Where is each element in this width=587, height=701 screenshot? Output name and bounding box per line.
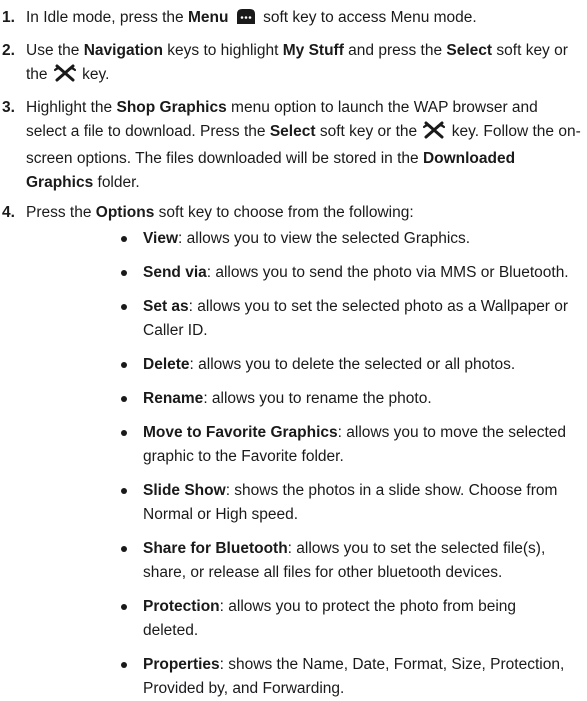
step-text-run: key.: [77, 66, 110, 83]
step-text-run: [228, 9, 232, 26]
step-number: 4.: [2, 204, 15, 221]
bullet-icon: [121, 662, 127, 668]
option-term: Set as: [143, 298, 189, 315]
bold-term: My Stuff: [282, 42, 344, 59]
option-item: Move to Favorite Graphics: allows you to…: [26, 421, 581, 469]
step-text-run: keys to highlight: [162, 42, 283, 59]
bullet-icon: [121, 362, 127, 368]
option-item: Properties: shows the Name, Date, Format…: [26, 653, 581, 701]
option-term: Move to Favorite Graphics: [143, 424, 338, 441]
option-item: Share for Bluetooth: allows you to set t…: [26, 537, 581, 585]
option-item: Slide Show: shows the photos in a slide …: [26, 479, 581, 527]
option-item: Send via: allows you to send the photo v…: [26, 261, 581, 285]
option-term: Send via: [143, 264, 207, 281]
step-item: 3. Highlight the Shop Graphics menu optio…: [0, 96, 587, 195]
bullet-icon: [121, 430, 127, 436]
step-item: 1. In Idle mode, press the Menu soft key …: [0, 6, 587, 33]
step-item: 4. Press the Options soft key to choose f…: [0, 201, 587, 701]
select-key-icon: [423, 121, 446, 147]
option-item: Set as: allows you to set the selected p…: [26, 295, 581, 343]
bold-term: Navigation: [83, 42, 163, 59]
option-term: Share for Bluetooth: [143, 540, 288, 557]
step-number: 1.: [2, 9, 15, 26]
bullet-icon: [121, 304, 127, 310]
step-text-run: Highlight the: [26, 99, 117, 116]
bold-term: Options: [95, 204, 155, 221]
step-text-run: Use the: [26, 42, 84, 59]
bold-term: Select: [446, 42, 493, 59]
options-list: View: allows you to view the selected Gr…: [26, 227, 581, 701]
bold-term: Select: [269, 123, 316, 140]
option-item: Protection: allows you to protect the ph…: [26, 595, 581, 643]
option-term: Properties: [143, 656, 220, 673]
bullet-icon: [121, 396, 127, 402]
bullet-icon: [121, 270, 127, 276]
option-item: View: allows you to view the selected Gr…: [26, 227, 581, 251]
step-item: 2. Use the Navigation keys to highlight M…: [0, 39, 587, 90]
bullet-icon: [121, 488, 127, 494]
option-description: : allows you to send the photo via MMS o…: [206, 264, 569, 281]
step-text-run: and press the: [343, 42, 447, 59]
option-description: : allows you to set the selected photo a…: [143, 298, 569, 339]
option-description: : allows you to view the selected Graphi…: [178, 230, 471, 247]
option-term: Delete: [143, 356, 190, 373]
step-text: Press the Options soft key to choose fro…: [26, 204, 414, 221]
step-text: In Idle mode, press the Menu soft key to…: [26, 9, 477, 26]
bold-term: Menu: [187, 9, 229, 26]
manual-page: 1. In Idle mode, press the Menu soft key …: [0, 0, 587, 697]
instruction-steps: 1. In Idle mode, press the Menu soft key …: [0, 6, 587, 701]
step-text: Use the Navigation keys to highlight My …: [26, 42, 568, 83]
option-term: Protection: [143, 598, 220, 615]
bullet-icon: [121, 604, 127, 610]
select-key-icon: [53, 64, 76, 90]
step-text: Highlight the Shop Graphics menu option …: [26, 99, 581, 191]
step-text-run: In Idle mode, press the: [26, 9, 188, 26]
step-text-run: soft key to choose from the following:: [154, 204, 414, 221]
option-description: : allows you to delete the selected or a…: [189, 356, 516, 373]
bullet-icon: [121, 546, 127, 552]
option-item: Rename: allows you to rename the photo.: [26, 387, 581, 411]
option-term: View: [143, 230, 179, 247]
bullet-icon: [121, 236, 127, 242]
menu-softkey-icon: [235, 8, 257, 33]
option-description: : allows you to rename the photo.: [203, 390, 432, 407]
option-item: Delete: allows you to delete the selecte…: [26, 353, 581, 377]
step-text-run: soft key or the: [315, 123, 422, 140]
option-term: Slide Show: [143, 482, 226, 499]
bold-term: Shop Graphics: [116, 99, 227, 116]
option-term: Rename: [143, 390, 204, 407]
step-text-run: soft key to access Menu mode.: [258, 9, 477, 26]
step-number: 3.: [2, 99, 15, 116]
step-number: 2.: [2, 42, 15, 59]
step-text-run: folder.: [93, 174, 140, 191]
step-text-run: Press the: [26, 204, 96, 221]
